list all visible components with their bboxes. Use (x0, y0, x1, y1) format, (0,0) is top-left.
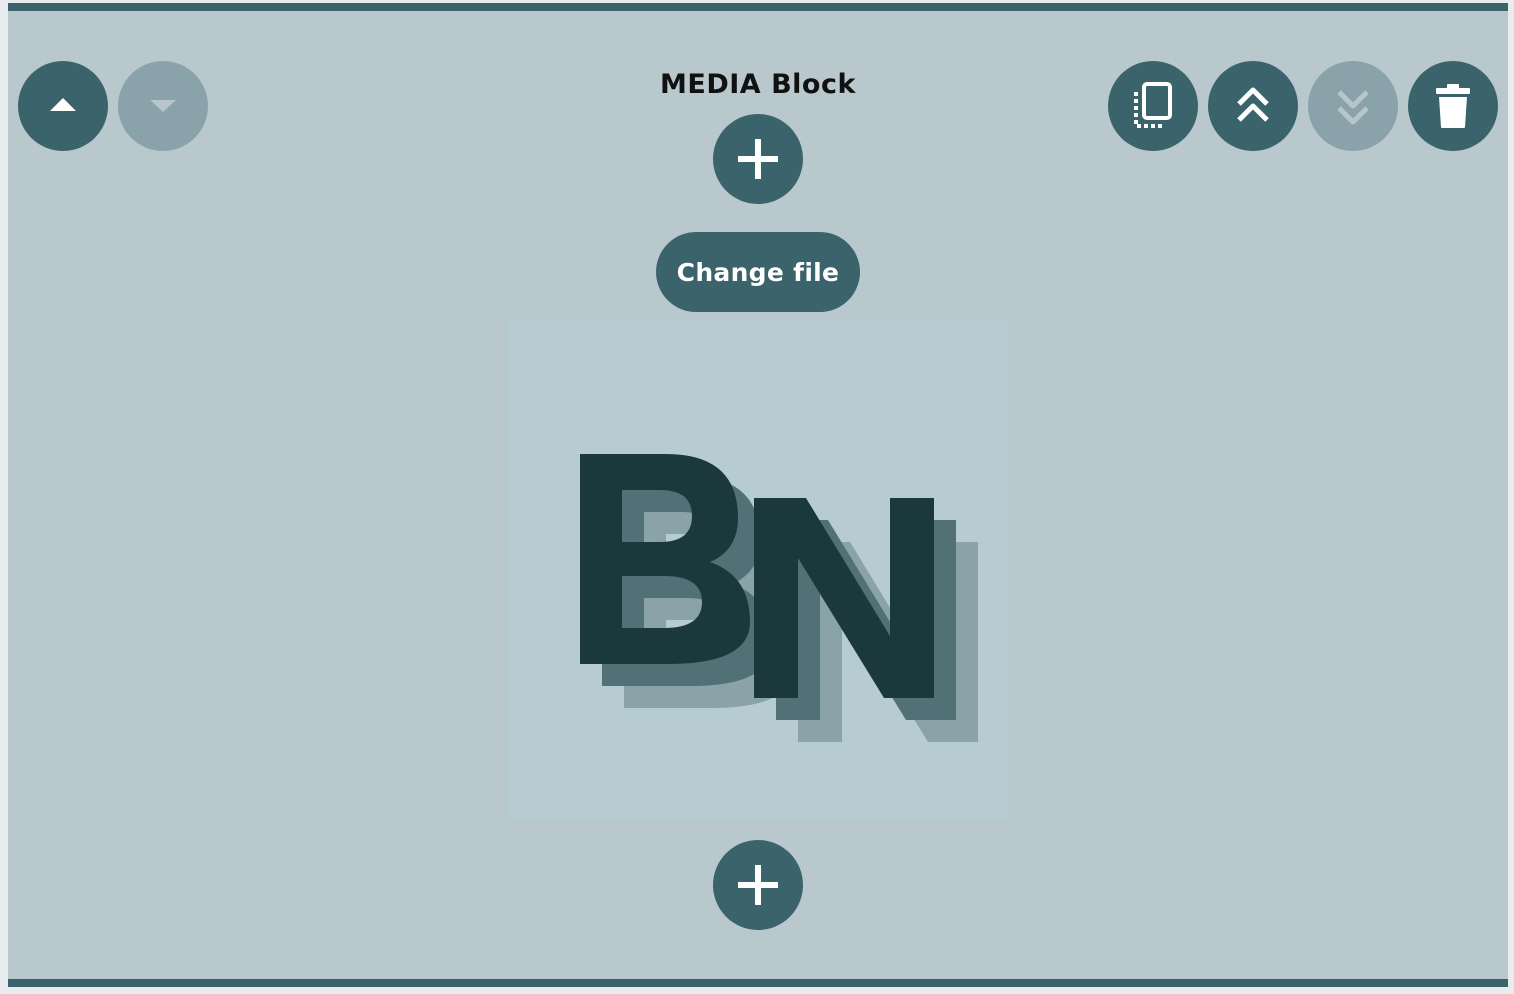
media-block: MEDIA Block Change file (8, 3, 1508, 987)
change-file-button[interactable]: Change file (656, 232, 860, 312)
move-to-bottom-button[interactable] (1308, 61, 1398, 151)
add-block-above-button[interactable] (713, 114, 803, 204)
plus-icon (738, 139, 778, 179)
delete-button[interactable] (1408, 61, 1498, 151)
double-chevron-up-icon (1237, 87, 1269, 122)
bn-logo-image (580, 454, 978, 742)
trash-icon (1436, 84, 1470, 128)
duplicate-button[interactable] (1108, 61, 1198, 151)
move-to-top-button[interactable] (1208, 61, 1298, 151)
plus-icon (738, 865, 778, 905)
add-block-below-button[interactable] (713, 840, 803, 930)
media-preview (508, 320, 1008, 820)
double-chevron-down-icon (1337, 90, 1369, 125)
duplicate-icon (1134, 82, 1172, 128)
